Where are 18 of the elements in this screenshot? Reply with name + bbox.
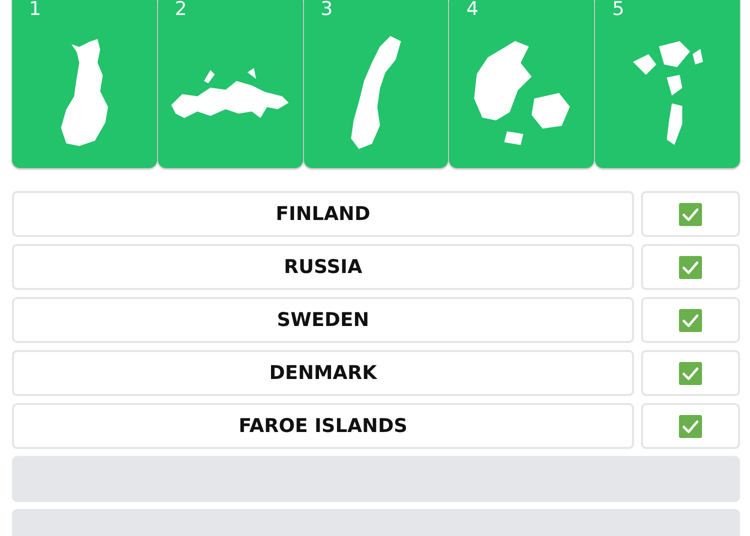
map-icon (474, 40, 570, 144)
country-name: FINLAND (12, 191, 634, 237)
card-number: 1 (29, 0, 42, 19)
card-number: 5 (612, 0, 624, 19)
country-name: DENMARK (12, 350, 634, 396)
country-name: SWEDEN (12, 297, 634, 343)
islands-map-icon (632, 40, 703, 144)
country-name: RUSSIA (12, 244, 634, 290)
map-card[interactable]: 3 (304, 0, 448, 168)
empty-slot[interactable] (12, 456, 740, 502)
card-number: 4 (466, 0, 478, 19)
map-card[interactable]: 4 (449, 0, 594, 168)
map-card[interactable]: 2 (158, 0, 303, 168)
card-number: 3 (320, 0, 333, 19)
map-card[interactable]: 1 (12, 0, 157, 168)
card-number: 2 (174, 0, 187, 19)
map-card[interactable]: 5 (595, 0, 740, 168)
country-name: FAROE ISLANDS (12, 403, 634, 449)
